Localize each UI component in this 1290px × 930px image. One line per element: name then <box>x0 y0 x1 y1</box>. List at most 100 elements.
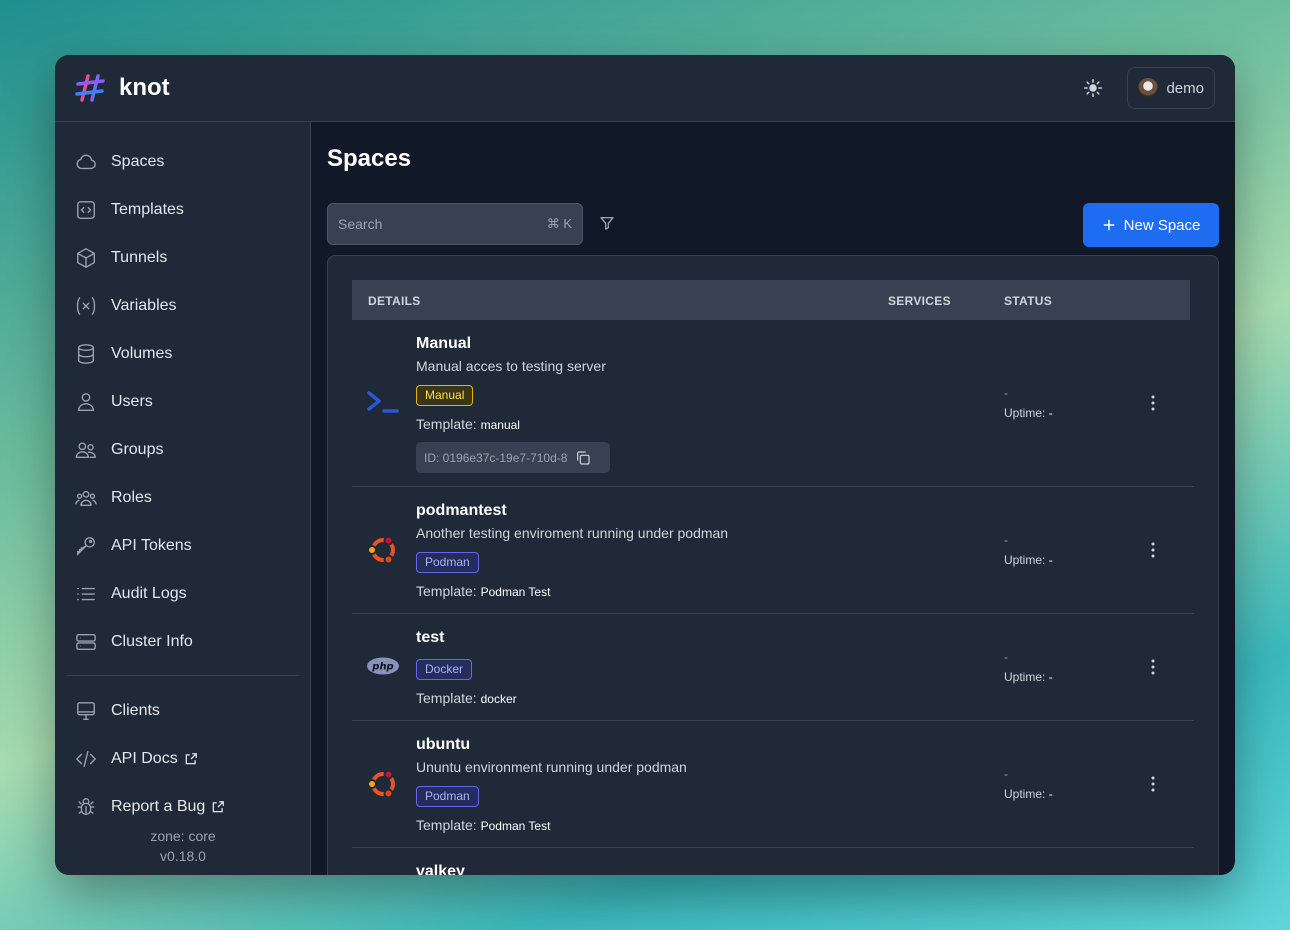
new-space-button[interactable]: New Space <box>1083 203 1219 247</box>
app-name: knot <box>119 74 170 101</box>
version-label: v0.18.0 <box>160 848 206 864</box>
space-id-value: ID: 0196e37c-19e7-710d-8 <box>424 450 568 465</box>
sidebar-item-label: Report a Bug <box>111 798 206 815</box>
template-name: docker <box>480 692 517 706</box>
app-window: knot demo Spaces Templates Tunnels Varia… <box>55 55 1235 875</box>
filter-button[interactable] <box>599 215 615 236</box>
space-status: - <box>1004 767 1008 781</box>
more-options-icon[interactable] <box>1148 541 1158 559</box>
sidebar-item-label: Tunnels <box>111 249 168 266</box>
plus-icon <box>1103 219 1115 231</box>
php-icon: php <box>367 657 399 675</box>
table-row[interactable]: php test Docker Template: docker - Uptim… <box>352 614 1194 721</box>
sidebar-item-api-docs[interactable]: API Docs <box>67 739 297 779</box>
sidebar-item-variables[interactable]: Variables <box>67 286 297 326</box>
cloud-icon <box>76 154 96 170</box>
sidebar-item-label: Volumes <box>111 345 173 362</box>
sidebar-item-templates[interactable]: Templates <box>67 190 297 230</box>
sidebar-item-spaces[interactable]: Spaces <box>67 142 297 182</box>
sidebar-item-label: Groups <box>111 441 164 458</box>
uptime-label: Uptime: <box>1004 787 1046 801</box>
sidebar-item-label: API Tokens <box>111 537 192 554</box>
uptime-value: - <box>1048 553 1053 567</box>
space-type-badge: Podman <box>416 786 479 807</box>
spaces-panel: DETAILS SERVICES STATUS Manual Manual ac… <box>327 255 1219 875</box>
more-options-icon[interactable] <box>1148 775 1158 793</box>
template-name: Podman Test <box>480 585 551 599</box>
space-name[interactable]: podmantest <box>416 502 507 520</box>
more-options-icon[interactable] <box>1148 658 1158 676</box>
uptime-label: Uptime: <box>1004 406 1046 420</box>
sidebar-item-api-tokens[interactable]: API Tokens <box>67 526 297 566</box>
space-uptime: Uptime: - <box>1004 406 1053 420</box>
external-link-icon <box>212 801 225 813</box>
sidebar-item-groups[interactable]: Groups <box>67 430 297 470</box>
space-status: - <box>1004 650 1008 664</box>
uptime-value: - <box>1048 787 1053 801</box>
svg-text:php: php <box>371 662 393 673</box>
space-name[interactable]: valkey <box>416 863 465 875</box>
list-icon <box>77 587 95 601</box>
sidebar-item-cluster-info[interactable]: Cluster Info <box>67 622 297 662</box>
hash-logo-icon <box>75 74 105 102</box>
logo[interactable]: knot <box>75 74 170 102</box>
uptime-label: Uptime: <box>1004 670 1046 684</box>
sidebar-item-tunnels[interactable]: Tunnels <box>67 238 297 278</box>
template-label: Template: <box>416 817 477 833</box>
table-row[interactable]: podmantest Another testing enviroment ru… <box>352 487 1194 614</box>
space-name[interactable]: Manual <box>416 335 471 353</box>
sidebar-item-audit-logs[interactable]: Audit Logs <box>67 574 297 614</box>
user-menu-button[interactable]: demo <box>1127 67 1215 109</box>
space-type-badge: Manual <box>416 385 474 406</box>
ubuntu-icon <box>367 535 395 565</box>
table-row[interactable]: valkey <box>352 848 1194 875</box>
search-input[interactable] <box>338 216 547 232</box>
column-header-details: DETAILS <box>368 294 421 308</box>
table-row[interactable]: Manual Manual acces to testing server Ma… <box>352 320 1194 487</box>
sidebar: Spaces Templates Tunnels Variables Volum… <box>55 122 311 875</box>
ubuntu-icon <box>367 769 395 799</box>
table-row[interactable]: ubuntu Ununtu environment running under … <box>352 721 1194 848</box>
template-label: Template: <box>416 583 477 599</box>
filter-icon <box>600 217 614 230</box>
template-label: Template: <box>416 690 477 706</box>
roles-icon <box>75 490 97 507</box>
space-name[interactable]: ubuntu <box>416 736 470 754</box>
space-status: - <box>1004 533 1008 547</box>
sidebar-item-report-bug[interactable]: Report a Bug <box>67 787 297 827</box>
main-content: Spaces ⌘ K New Space DETAILS SERVICES ST… <box>312 122 1235 875</box>
table-header: DETAILS SERVICES STATUS <box>352 280 1190 320</box>
search-box: ⌘ K <box>327 203 583 245</box>
sidebar-item-roles[interactable]: Roles <box>67 478 297 518</box>
space-template: Template: Podman Test <box>416 583 550 599</box>
cube-icon <box>77 248 95 268</box>
users-icon <box>75 442 96 459</box>
code-file-icon <box>77 201 95 219</box>
space-name[interactable]: test <box>416 629 444 647</box>
sidebar-divider <box>67 675 299 676</box>
sidebar-item-label: Spaces <box>111 153 165 170</box>
uptime-value: - <box>1048 670 1053 684</box>
sidebar-item-users[interactable]: Users <box>67 382 297 422</box>
sidebar-item-clients[interactable]: Clients <box>67 691 297 731</box>
template-name: manual <box>480 418 520 432</box>
sidebar-item-label: Templates <box>111 201 184 218</box>
space-template: Template: manual <box>416 416 520 432</box>
top-bar: knot demo <box>55 55 1235 122</box>
space-id: ID: 0196e37c-19e7-710d-8 <box>416 442 610 473</box>
space-description: Ununtu environment running under podman <box>416 759 687 775</box>
zone-label: zone: core <box>150 828 216 844</box>
sidebar-item-volumes[interactable]: Volumes <box>67 334 297 374</box>
sidebar-item-label: Cluster Info <box>111 633 193 650</box>
more-options-icon[interactable] <box>1148 394 1158 412</box>
space-status: - <box>1004 386 1008 400</box>
column-header-status: STATUS <box>1004 294 1053 308</box>
uptime-label: Uptime: <box>1004 553 1046 567</box>
code-icon <box>75 750 97 768</box>
monitor-icon <box>77 702 95 720</box>
template-name: Podman Test <box>480 819 551 833</box>
database-icon <box>77 344 95 364</box>
theme-toggle-button[interactable] <box>1077 72 1109 104</box>
copy-icon[interactable] <box>575 450 591 466</box>
space-uptime: Uptime: - <box>1004 553 1053 567</box>
